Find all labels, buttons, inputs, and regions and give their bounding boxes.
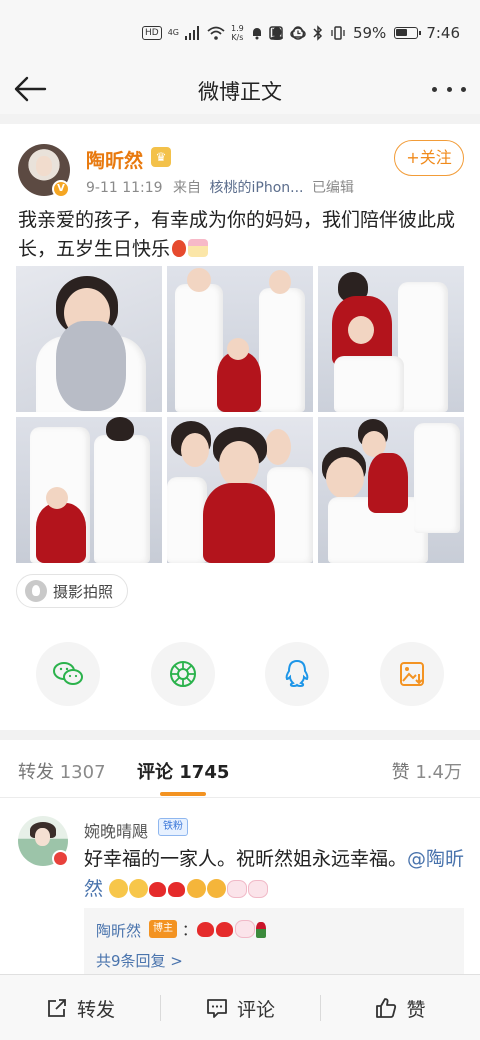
bottom-action-bar: 转发 评论 赞 <box>0 974 480 1040</box>
page-title: 微博正文 <box>198 80 282 104</box>
author-name[interactable]: 陶昕然 <box>86 146 143 173</box>
edited-label[interactable]: 已编辑 <box>312 180 354 196</box>
bluetooth-icon <box>313 25 323 41</box>
comment-item: 婉晚晴飓 铁粉 好幸福的一家人。祝昕然姐永远幸福。@陶昕然 陶昕然 博主 ： 共… <box>0 798 480 978</box>
topic-tag[interactable]: 摄影拍照 <box>16 574 129 608</box>
post-source[interactable]: 核桃的iPhon... <box>209 180 303 196</box>
battery-fill <box>396 29 408 36</box>
tab-repost-count: 1307 <box>59 762 106 783</box>
heart-emoji-icon <box>197 922 215 937</box>
more-options-icon[interactable] <box>432 76 466 102</box>
repost-button[interactable]: 转发 <box>0 975 160 1040</box>
comment-button[interactable]: 评论 <box>160 975 320 1040</box>
like-button[interactable]: 赞 <box>320 975 480 1040</box>
feedback-tabs: 转发 1307 评论 1745 赞 1.4万 <box>0 740 480 798</box>
reply-author[interactable]: 陶昕然 <box>96 920 141 941</box>
photo-1[interactable] <box>16 266 162 412</box>
post-card: V 陶昕然 ♛ 9-11 11:19 来自 核桃的iPhon... 已编辑 +关… <box>0 124 480 730</box>
photo-4[interactable] <box>16 417 162 563</box>
comment-icon <box>207 999 227 1018</box>
tab-comments-label: 评论 <box>137 762 173 783</box>
verified-badge-icon: V <box>52 180 70 198</box>
commenter-name[interactable]: 婉晚晴飓 <box>84 818 148 842</box>
cake-emoji-icon <box>188 239 209 257</box>
source-prefix: 来自 <box>173 180 202 196</box>
qq-icon <box>285 659 309 688</box>
tab-repost-label: 转发 <box>18 762 54 783</box>
share-qq-button[interactable] <box>265 642 329 706</box>
top-nav: 微博正文 <box>0 64 480 114</box>
blogger-badge: 博主 <box>149 920 177 938</box>
location-tag-icon <box>25 580 47 602</box>
thumbs-up-icon <box>376 998 397 1018</box>
tab-comments[interactable]: 评论 1745 <box>137 758 229 784</box>
post-text: 我亲爱的孩子，有幸成为你的妈妈，我们陪伴彼此成长，五岁生日快乐 <box>18 206 470 264</box>
status-right: 59% 7:46 <box>269 24 460 42</box>
save-image-button[interactable] <box>380 642 444 706</box>
love-face-emoji-icon <box>109 879 129 898</box>
comment-body: 好幸福的一家人。祝昕然姐永远幸福。 <box>84 848 408 870</box>
photo-3[interactable] <box>318 266 464 412</box>
heart-emoji-icon <box>168 882 186 897</box>
network-type: 4G <box>167 28 179 37</box>
like-label: 赞 <box>406 998 426 1021</box>
love-face-emoji-icon <box>129 879 149 898</box>
balloon-emoji-icon <box>172 240 187 257</box>
photo-2[interactable] <box>167 266 313 412</box>
member-crown-icon[interactable]: ♛ <box>151 147 171 167</box>
photo-6[interactable] <box>318 417 464 563</box>
heart-emoji-icon <box>149 882 167 897</box>
photo-grid <box>16 266 464 564</box>
commenter-vip-icon <box>52 850 69 867</box>
share-moments-button[interactable] <box>151 642 215 706</box>
wechat-icon <box>53 662 83 685</box>
notification-bell-icon <box>252 28 261 40</box>
reply-prefix: ： <box>182 921 198 939</box>
vibrate-icon <box>331 26 345 40</box>
bunny-emoji-icon <box>235 920 256 938</box>
tab-repost[interactable]: 转发 1307 <box>18 758 106 784</box>
kiss-emoji-icon <box>207 879 227 898</box>
share-wechat-button[interactable] <box>36 642 100 706</box>
repost-icon <box>48 999 66 1017</box>
rose-emoji-icon <box>256 922 267 938</box>
view-replies-link[interactable]: 共9条回复 > <box>96 950 183 971</box>
save-image-icon <box>400 662 424 686</box>
post-meta: 9-11 11:19 来自 核桃的iPhon... 已编辑 <box>86 177 354 197</box>
tab-likes[interactable]: 赞 1.4万 <box>392 758 462 784</box>
network-speed: 1.9 K/s <box>231 24 244 42</box>
reply-preview[interactable]: 陶昕然 博主 ： 共9条回复 > <box>84 908 464 978</box>
share-row <box>0 642 480 708</box>
alarm-icon <box>291 27 305 40</box>
topic-tag-label: 摄影拍照 <box>53 582 114 601</box>
comment-label: 评论 <box>236 998 275 1021</box>
status-bar: HD 4G 1.9 K/s 59% 7:46 <box>0 0 480 64</box>
moments-icon <box>170 661 196 687</box>
speed-unit: K/s <box>231 33 244 42</box>
bunny-emoji-icon <box>248 880 269 898</box>
post-text-body: 我亲爱的孩子，有幸成为你的妈妈，我们陪伴彼此成长，五岁生日快乐 <box>18 209 456 260</box>
heart-emoji-icon <box>216 922 234 937</box>
post-time: 9-11 11:19 <box>86 180 163 196</box>
cellular-signal-icon <box>185 26 199 40</box>
clock: 7:46 <box>426 24 460 42</box>
kiss-emoji-icon <box>187 879 207 898</box>
wifi-icon <box>207 26 225 40</box>
active-tab-indicator <box>160 792 206 796</box>
hd-icon: HD <box>142 26 162 40</box>
tab-likes-count: 1.4万 <box>415 762 462 783</box>
repost-label: 转发 <box>76 998 115 1021</box>
reply-content: ： <box>182 919 267 940</box>
nfc-icon <box>269 26 283 40</box>
follow-button[interactable]: +关注 <box>394 140 464 176</box>
photo-5[interactable] <box>167 417 313 563</box>
comment-text: 好幸福的一家人。祝昕然姐永远幸福。@陶昕然 <box>84 844 470 904</box>
bunny-emoji-icon <box>227 880 248 898</box>
battery-percent: 59% <box>352 24 387 42</box>
speed-value: 1.9 <box>231 24 244 33</box>
battery-icon <box>394 27 422 39</box>
fan-badge[interactable]: 铁粉 <box>158 818 188 836</box>
tab-comments-count: 1745 <box>179 762 230 783</box>
tab-likes-label: 赞 <box>391 762 410 783</box>
